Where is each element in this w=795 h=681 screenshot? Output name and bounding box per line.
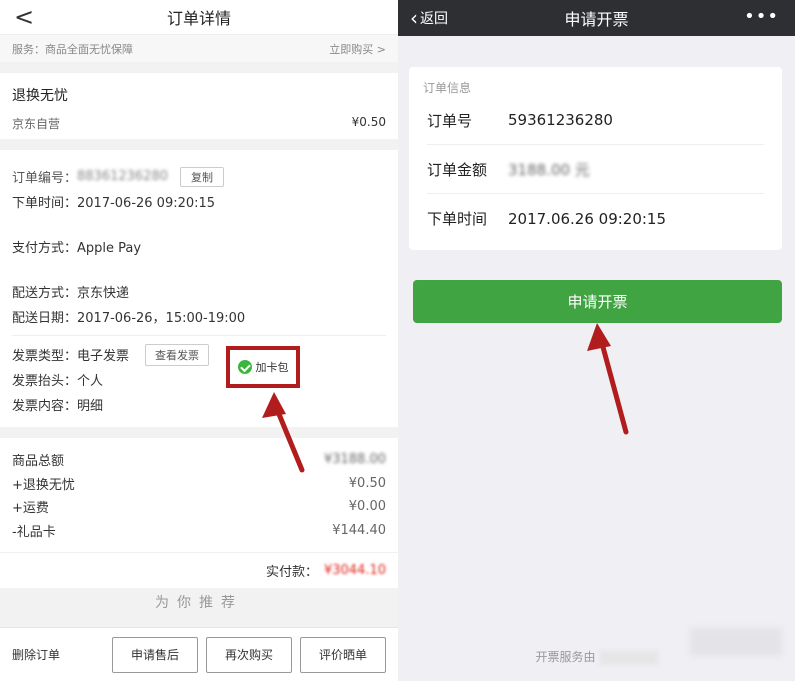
page-title: 订单详情 — [166, 9, 231, 28]
service-text: 服务：商品全面无忧保障 — [12, 42, 133, 56]
info-row: 订单金额 3188.00 元 — [427, 145, 764, 194]
service-bar: 服务：商品全面无忧保障 立即购买 > — [0, 34, 398, 62]
insurance-card: 退换无忧 京东自营 ¥0.50 — [0, 73, 398, 139]
order-detail-screen: < 订单详情 服务：商品全面无忧保障 立即购买 > 退换无忧 京东自营 ¥0.5… — [0, 0, 398, 681]
price-summary: 商品总额 ¥3188.00 +退换无忧 ¥0.50 +运费 ¥0.00 -礼品卡… — [0, 438, 398, 552]
invoice-type: 发票类型：电子发票 — [12, 349, 130, 364]
order-number-value: 88361236280 — [77, 169, 168, 184]
bottom-toolbar: 删除订单 申请售后 再次购买 评价晒单 — [0, 627, 398, 681]
info-key: 订单金额 — [427, 160, 488, 179]
summary-value: ¥144.40 — [332, 522, 386, 538]
footer-text: 开票服务由 — [398, 648, 795, 665]
info-value: 59361236280 — [508, 111, 613, 129]
rebuy-button[interactable]: 再次购买 — [206, 636, 292, 673]
info-row: 下单时间 2017.06.26 09:20:15 — [427, 194, 764, 243]
after-sale-button[interactable]: 申请售后 — [112, 636, 198, 673]
invoice-title: 发票抬头：个人 — [12, 374, 104, 389]
paid-amount-row: 实付款： ¥3044.10 — [0, 552, 398, 588]
delivery-method: 配送方式：京东快递 — [12, 286, 130, 301]
insurance-row: 京东自营 ¥0.50 — [12, 115, 386, 132]
back-label: 返回 — [420, 11, 448, 27]
delete-order-button[interactable]: 删除订单 — [12, 646, 104, 663]
insurance-price: ¥0.50 — [351, 115, 386, 129]
recommend-heading: 为你推荐 — [155, 595, 243, 608]
delivery-date: 配送日期：2017-06-26，15:00-19:00 — [12, 311, 246, 326]
order-number-row: 订单编号： 88361236280 复制 — [12, 164, 386, 189]
info-value: 3188.00 元 — [508, 160, 590, 179]
invoice-content: 发票内容：明细 — [12, 399, 104, 414]
chevron-left-icon[interactable]: < — [14, 3, 34, 31]
wechat-icon — [237, 360, 252, 374]
order-time: 下单时间：2017-06-26 09:20:15 — [12, 196, 216, 211]
summary-label: +运费 — [12, 501, 49, 517]
info-key: 订单号 — [427, 111, 473, 130]
info-row: 订单号 59361236280 — [427, 96, 764, 145]
paid-label: 实付款： — [265, 565, 318, 580]
summary-value: ¥0.50 — [348, 475, 386, 491]
summary-label: -礼品卡 — [12, 524, 56, 540]
summary-value: ¥0.00 — [348, 499, 386, 515]
summary-label: +退换无忧 — [12, 477, 75, 493]
footer-label: 开票服务由 — [535, 650, 596, 664]
order-info-card: 订单信息 订单号 59361236280 订单金额 3188.00 元 下单时间… — [409, 67, 782, 250]
summary-value: ¥3188.00 — [323, 452, 386, 468]
summary-row: +退换无忧 ¥0.50 — [12, 472, 386, 496]
invoice-type-row: 发票类型：电子发票 查看发票 — [12, 342, 386, 367]
apply-invoice-screen: ‹ 返回 申请开票 ••• 订单信息 订单号 59361236280 订单金额 … — [398, 0, 795, 681]
copy-button[interactable]: 复制 — [180, 166, 224, 187]
add-card-label: 加卡包 — [255, 361, 289, 374]
info-key: 下单时间 — [427, 210, 488, 228]
back-button[interactable]: ‹ 返回 — [410, 0, 448, 36]
buy-now-link[interactable]: 立即购买 > — [329, 41, 386, 57]
insurance-title: 退换无忧 — [12, 88, 68, 104]
nav-bar: ‹ 返回 申请开票 ••• — [398, 0, 795, 36]
apply-invoice-button[interactable]: 申请开票 — [413, 280, 782, 323]
summary-row: 商品总额 ¥3188.00 — [12, 448, 386, 472]
seller-name: 京东自营 — [12, 117, 61, 131]
nav-bar: < 订单详情 — [0, 0, 398, 34]
info-value: 2017.06.26 09:20:15 — [508, 209, 667, 228]
view-invoice-button[interactable]: 查看发票 — [145, 343, 210, 366]
summary-label: 商品总额 — [12, 454, 65, 470]
card-title: 订单信息 — [423, 81, 472, 95]
summary-row: -礼品卡 ¥144.40 — [12, 519, 386, 543]
order-info-card: 订单编号： 88361236280 复制 下单时间：2017-06-26 09:… — [0, 150, 398, 427]
review-button[interactable]: 评价晒单 — [300, 636, 386, 673]
payment-method: 支付方式：Apple Pay — [12, 241, 142, 256]
page-title: 申请开票 — [564, 10, 629, 29]
order-number-label: 订单编号： — [12, 171, 78, 186]
chevron-left-icon: ‹ — [410, 6, 418, 30]
add-to-card-wallet-button[interactable]: 加卡包 — [226, 346, 300, 388]
more-dots-icon[interactable]: ••• — [744, 6, 779, 27]
footer-provider-blurred — [599, 650, 658, 665]
summary-row: +运费 ¥0.00 — [12, 495, 386, 519]
paid-value: ¥3044.10 — [323, 563, 386, 578]
